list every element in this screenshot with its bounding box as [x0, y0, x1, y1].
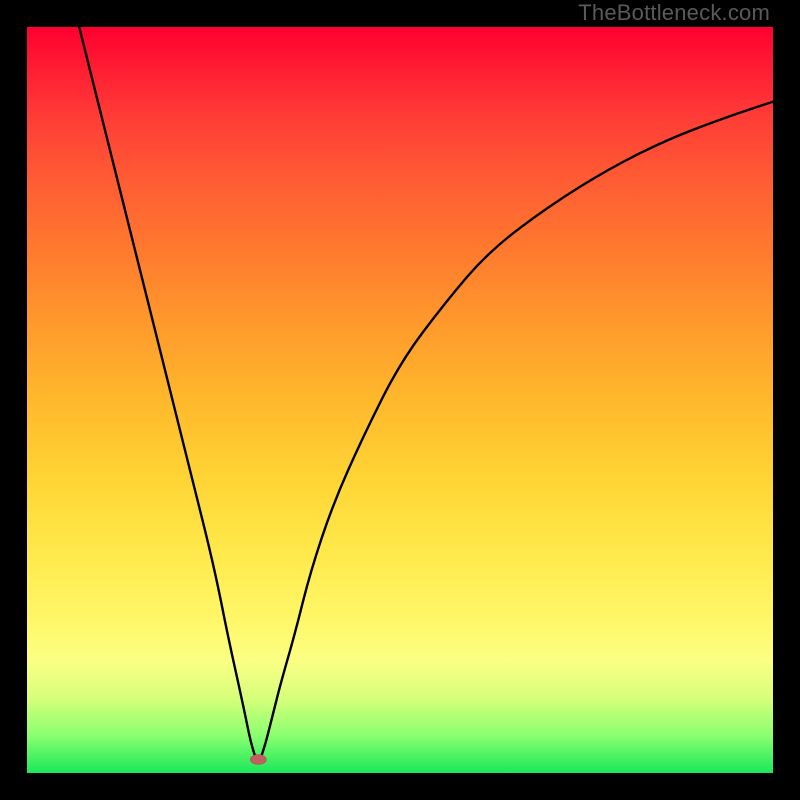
- watermark-text: TheBottleneck.com: [578, 0, 770, 26]
- plot-area: [27, 27, 773, 773]
- minimum-dot: [250, 755, 266, 765]
- curve-layer: [27, 27, 773, 773]
- bottleneck-curve-path: [79, 27, 773, 760]
- chart-frame: TheBottleneck.com: [0, 0, 800, 800]
